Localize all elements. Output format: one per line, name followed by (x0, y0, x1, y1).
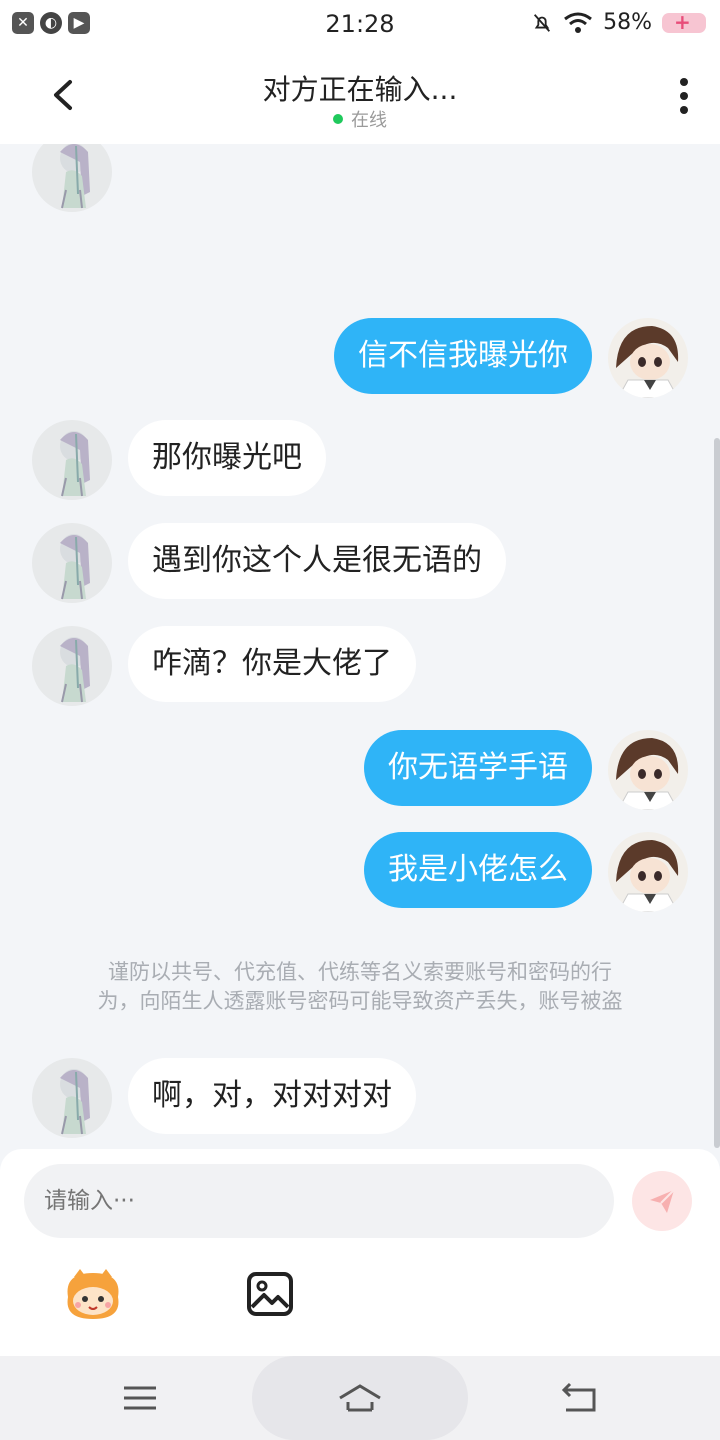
chat-header: 对方正在输入... 在线 (0, 50, 720, 144)
back-nav-icon[interactable] (560, 1380, 600, 1416)
message-composer (0, 1149, 720, 1356)
message-bubble-sent[interactable]: 信不信我曝光你 (334, 318, 592, 394)
battery-icon (662, 10, 706, 34)
online-dot-icon (333, 114, 343, 124)
message-input[interactable] (24, 1164, 614, 1238)
my-avatar[interactable] (608, 730, 688, 810)
security-notice-line: 谨防以共号、代充值、代练等名义索要账号和密码的行 (108, 960, 612, 984)
send-icon (650, 1189, 675, 1213)
send-button[interactable] (632, 1171, 692, 1231)
my-avatar[interactable] (608, 318, 688, 398)
menu-icon[interactable] (120, 1380, 160, 1416)
message-bubble-sent[interactable]: 你无语学手语 (364, 730, 592, 806)
battery-percent: 58% (603, 10, 652, 35)
message-bubble-received[interactable]: 啊，对，对对对对 (128, 1058, 416, 1134)
security-notice: 谨防以共号、代充值、代练等名义索要账号和密码的行 为，向陌生人透露账号密码可能导… (40, 958, 680, 1016)
contact-avatar[interactable] (32, 523, 112, 603)
scrollbar[interactable] (714, 438, 720, 1148)
contact-avatar[interactable] (32, 1058, 112, 1138)
image-icon[interactable] (246, 1271, 294, 1317)
message-bubble-received[interactable]: 遇到你这个人是很无语的 (128, 523, 506, 599)
home-icon[interactable] (336, 1380, 384, 1416)
contact-avatar[interactable] (32, 144, 112, 212)
message-bubble-sent[interactable]: 我是小佬怎么 (364, 832, 592, 908)
contact-avatar[interactable] (32, 420, 112, 500)
mute-bell-icon (534, 13, 551, 32)
page-title: 对方正在输入... (262, 73, 458, 106)
security-notice-line: 为，向陌生人透露账号密码可能导致资产丢失，账号被盗 (97, 989, 623, 1013)
message-bubble-received[interactable]: 那你曝光吧 (128, 420, 326, 496)
emoji-sticker-icon[interactable] (60, 1267, 126, 1323)
my-avatar[interactable] (608, 832, 688, 912)
more-vertical-icon[interactable] (674, 76, 694, 116)
status-bar: ✕ ◐ ▶ 21:28 58% (0, 0, 720, 50)
wifi-icon (564, 12, 593, 33)
message-bubble-received[interactable]: 咋滴？你是大佬了 (128, 626, 416, 702)
chat-messages[interactable]: 信不信我曝光你 那你曝光吧 遇到你这个人是很无语的 咋滴？你是大佬了 你无语学手… (0, 144, 720, 1149)
system-nav-bar (0, 1356, 720, 1440)
contact-avatar[interactable] (32, 626, 112, 706)
online-status-text: 在线 (351, 110, 387, 131)
online-status: 在线 (0, 106, 720, 132)
